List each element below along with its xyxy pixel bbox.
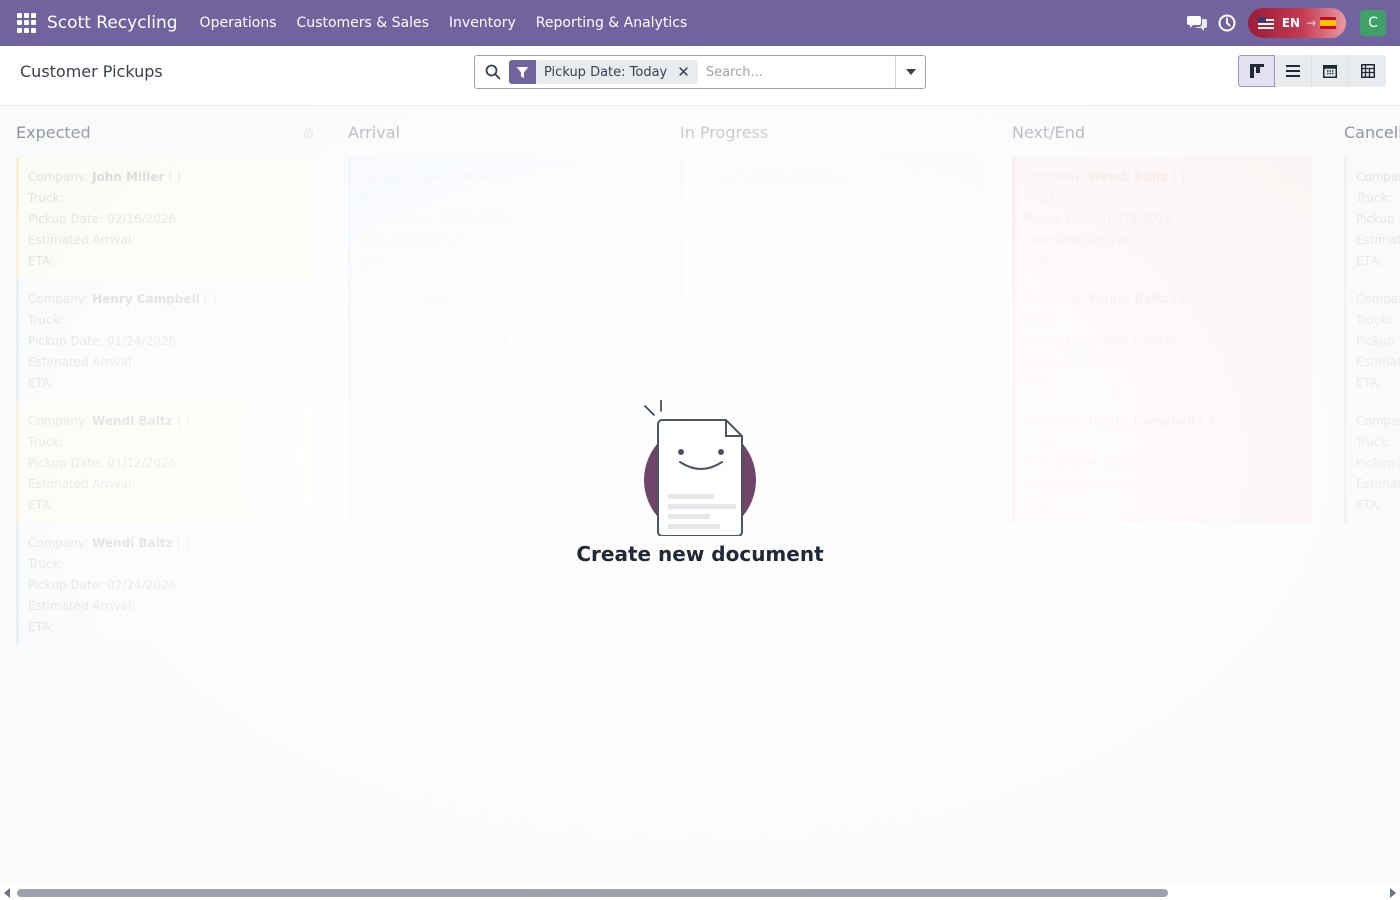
apps-grid-icon[interactable] [17,13,37,33]
us-flag-icon [1258,17,1274,29]
chat-icon[interactable] [1186,12,1208,34]
column-header: Expected [16,107,316,157]
no-content-helper: Create new document [0,400,1400,566]
kanban-card[interactable]: Company: John Miller ( ) Truck: Pickup D… [680,157,980,279]
user-avatar[interactable]: C [1360,10,1386,36]
close-icon[interactable]: ✕ [675,63,692,81]
pivot-view-button[interactable] [1349,55,1386,87]
calendar-view-button[interactable] [1312,55,1349,87]
column-header: Next/End [1012,107,1312,157]
kanban-card[interactable]: Company: John Miller ( ) Truck: Pickup D… [348,279,648,401]
search-bar: Pickup Date: Today ✕ [474,55,926,89]
search-icon[interactable] [485,64,501,80]
kanban-card[interactable]: Company: John Miller ( ) Truck: Pickup D… [348,157,648,279]
search-facet: Pickup Date: Today ✕ [509,60,698,84]
top-navbar: Scott Recycling Operations Customers & S… [0,0,1400,46]
facet-label: Pickup Date: Today [544,64,668,80]
horizontal-scrollbar[interactable] [0,885,1400,900]
smiling-document-icon [644,400,756,536]
kanban-card[interactable]: Compan Truck: Pickup Date: Estimated Arr… [1344,279,1400,401]
menu-customers-sales[interactable]: Customers & Sales [287,15,439,31]
menu-operations[interactable]: Operations [190,15,287,31]
list-view-button[interactable] [1275,55,1312,87]
list-icon [1286,65,1300,77]
view-switcher [1238,55,1386,87]
kanban-card[interactable]: Company: Henry Campbell ( ) Truck: Picku… [16,279,316,401]
column-title[interactable]: Next/End [1012,123,1085,142]
kanban-card[interactable]: Compan Truck: Pickup Date: Estimated Arr… [1344,157,1400,279]
calendar-icon [1323,65,1337,78]
scroll-right-icon[interactable] [1390,888,1396,898]
column-title[interactable]: In Progress [680,123,768,142]
column-title[interactable]: Cancell [1344,123,1400,142]
kanban-view-button[interactable] [1238,55,1275,87]
control-panel: Customer Pickups Pickup Date: Today ✕ [0,46,1400,106]
search-input[interactable] [705,64,906,80]
kanban-card[interactable]: Company: Wendi Baltz ( ) Truck: Pickup D… [1012,279,1312,401]
column-title[interactable]: Arrival [348,123,400,142]
column-title[interactable]: Expected [16,123,91,142]
scrollbar-thumb[interactable] [17,889,1168,897]
create-document-title: Create new document [576,542,824,566]
menu-inventory[interactable]: Inventory [439,15,526,31]
pivot-table-icon [1360,64,1375,78]
caret-down-icon [905,69,916,75]
kanban-icon [1249,64,1264,78]
language-code: EN [1281,16,1301,30]
page-title[interactable]: Customer Pickups [20,62,163,81]
search-options-toggle[interactable] [895,56,925,88]
gear-icon[interactable] [302,125,316,139]
column-header: Arrival [348,107,648,157]
filter-icon [509,60,536,84]
scroll-left-icon[interactable] [4,888,10,898]
kanban-card[interactable]: Company: John Miller ( ) Truck: Pickup D… [16,157,316,279]
app-brand[interactable]: Scott Recycling [47,13,178,33]
column-header: In Progress [680,107,980,157]
navbar-systray: EN → C [1186,0,1386,46]
kanban-card[interactable]: Company: Wendi Baltz ( ) Truck: Pickup D… [1012,157,1312,279]
column-header: Cancell [1344,107,1400,157]
spain-flag-icon [1320,17,1336,29]
arrow-right-icon: → [1306,16,1317,30]
clock-icon[interactable] [1216,12,1238,34]
language-switcher[interactable]: EN → [1248,8,1346,38]
menu-reporting-analytics[interactable]: Reporting & Analytics [526,15,697,31]
